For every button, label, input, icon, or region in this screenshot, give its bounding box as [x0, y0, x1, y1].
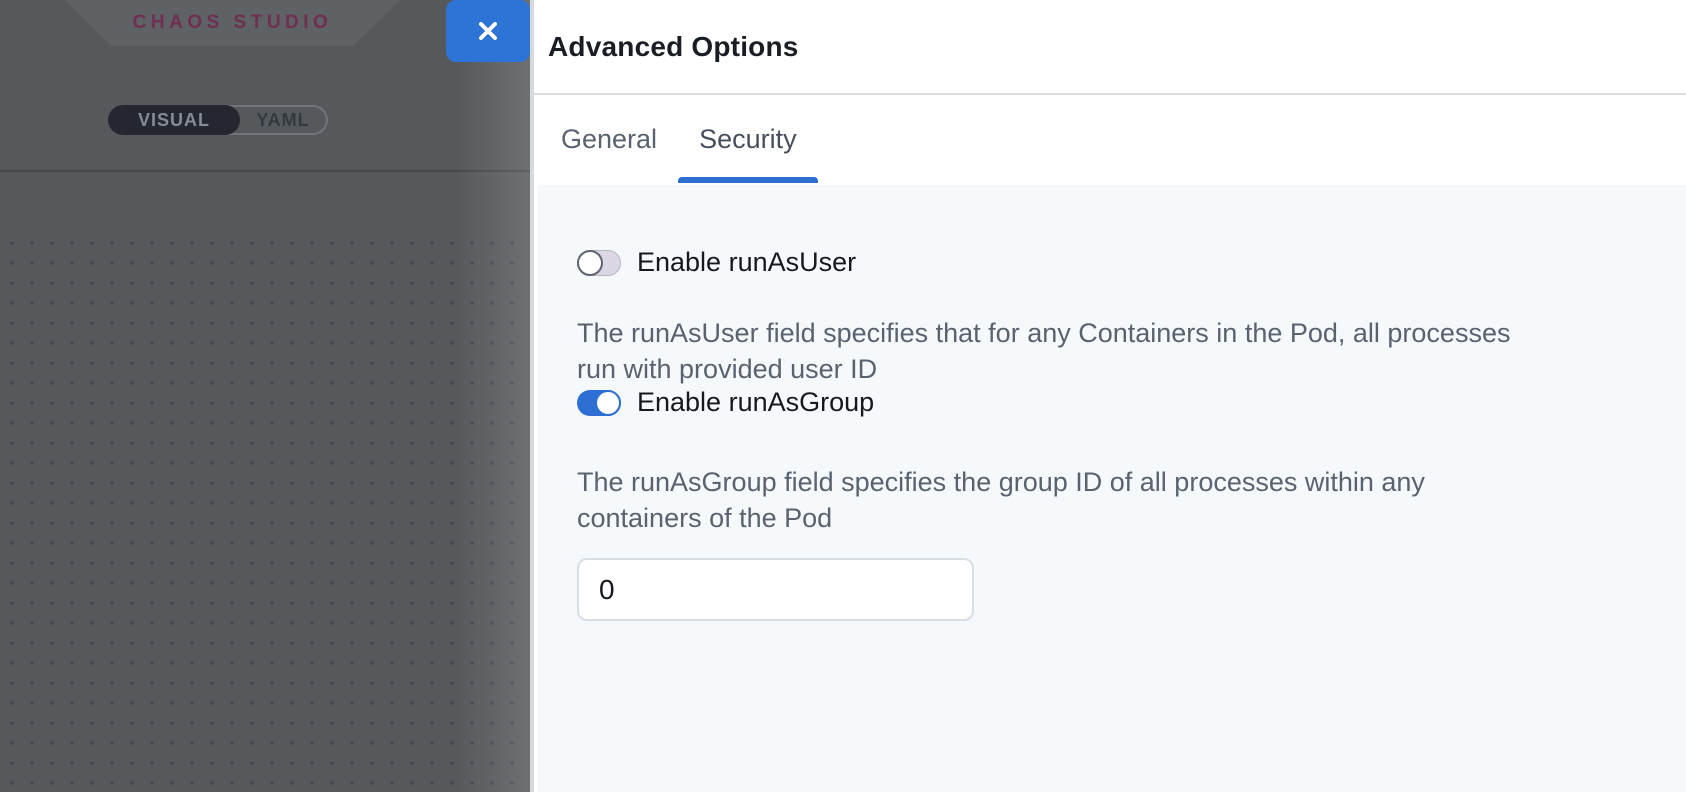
tab-security-label: Security [699, 124, 797, 155]
close-icon [475, 18, 501, 44]
toggle-knob [577, 250, 603, 276]
workflow-dot-grid-canvas[interactable] [0, 232, 530, 792]
run-as-group-id-input[interactable] [577, 558, 974, 621]
drawer-title: Advanced Options [548, 31, 799, 63]
toggle-knob [595, 390, 621, 416]
run-as-user-toggle[interactable] [577, 250, 621, 276]
tab-general[interactable]: General [540, 95, 678, 183]
yaml-tab-label: YAML [256, 110, 309, 131]
run-as-group-toggle[interactable] [577, 390, 621, 416]
drawer-tabs: General Security [534, 95, 1686, 183]
visual-tab[interactable]: VISUAL [108, 105, 240, 135]
run-as-user-row: Enable runAsUser [577, 247, 1646, 278]
description-line: The runAsUser field specifies that for a… [577, 315, 1646, 351]
security-tab-content: Enable runAsUser The runAsUser field spe… [538, 185, 1686, 792]
stage-header-divider [0, 170, 530, 172]
description-line: containers of the Pod [577, 500, 1646, 536]
tab-security[interactable]: Security [678, 95, 818, 183]
view-mode-switch[interactable]: VISUAL YAML [108, 105, 328, 135]
advanced-options-drawer: Advanced Options General Security Enable… [530, 0, 1686, 792]
description-line: The runAsGroup field specifies the group… [577, 464, 1646, 500]
run-as-group-row: Enable runAsGroup [577, 387, 1646, 418]
run-as-user-label: Enable runAsUser [637, 247, 856, 278]
canvas-stage: CHAOS STUDIO VISUAL YAML [0, 0, 530, 792]
description-line: run with provided user ID [577, 351, 1646, 387]
run-as-group-description: The runAsGroup field specifies the group… [577, 464, 1646, 536]
tab-general-label: General [561, 124, 657, 155]
close-drawer-button[interactable] [446, 0, 530, 62]
active-tab-indicator [678, 177, 818, 183]
brand-logo-text: CHAOS STUDIO [133, 12, 333, 34]
brand-plate: CHAOS STUDIO [65, 0, 400, 46]
drawer-header: Advanced Options [534, 0, 1686, 95]
visual-tab-label: VISUAL [138, 110, 210, 131]
run-as-user-description: The runAsUser field specifies that for a… [577, 315, 1646, 387]
yaml-tab[interactable]: YAML [240, 107, 326, 133]
run-as-group-label: Enable runAsGroup [637, 387, 874, 418]
